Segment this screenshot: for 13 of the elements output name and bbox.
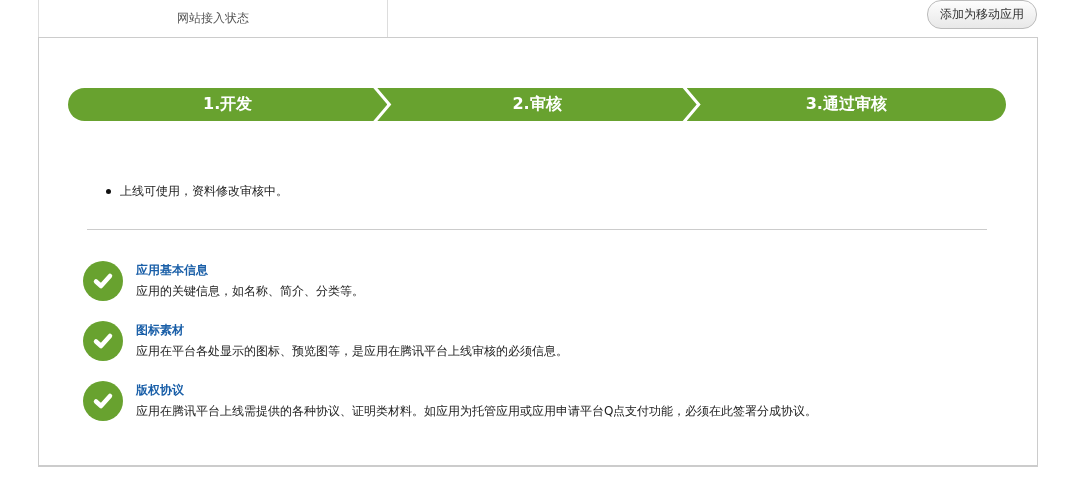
bullet-icon bbox=[106, 188, 111, 194]
checklist-title[interactable]: 应用基本信息 bbox=[136, 262, 364, 279]
checklist-title[interactable]: 版权协议 bbox=[136, 382, 818, 399]
checklist-description: 应用的关键信息，如名称、简介、分类等。 bbox=[136, 283, 364, 300]
progress-step: 3.通过审核 bbox=[686, 88, 1006, 121]
checklist-description: 应用在腾讯平台上线需提供的各种协议、证明类材料。如应用为托管应用或应用申请平台Q点支付功能，必须在此签署分成协议。 bbox=[136, 403, 818, 420]
checklist-description: 应用在平台各处显示的图标、预览图等，是应用在腾讯平台上线审核的必须信息。 bbox=[136, 343, 568, 360]
website-access-tab[interactable]: 网站接入状态 bbox=[38, 0, 388, 37]
progress-step: 1.开发 bbox=[68, 88, 388, 121]
progress-step: 2.审核 bbox=[377, 88, 697, 121]
status-note: 上线可使用，资料修改审核中。 bbox=[120, 183, 288, 199]
checklist-title[interactable]: 图标素材 bbox=[136, 322, 568, 339]
add-mobile-app-button[interactable]: 添加为移动应用 bbox=[927, 0, 1037, 29]
